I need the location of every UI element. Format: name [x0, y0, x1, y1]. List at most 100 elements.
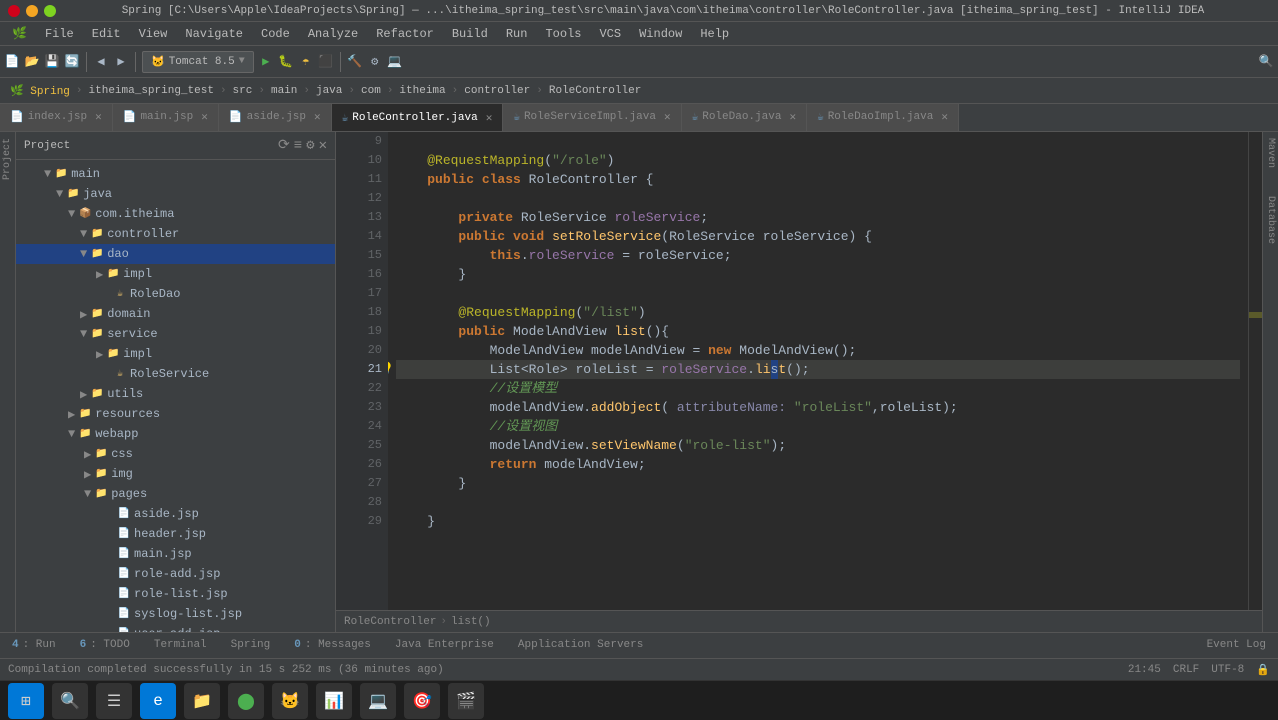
tree-item-webapp[interactable]: ▼ 📁 webapp — [16, 424, 335, 444]
stop-button[interactable]: ⬛ — [318, 54, 334, 70]
taskbar-app4-btn[interactable]: 📊 — [316, 683, 352, 719]
tree-item-domain[interactable]: ▶ 📁 domain — [16, 304, 335, 324]
tab-spring[interactable]: Spring — [219, 632, 283, 658]
tree-item-service-impl[interactable]: ▶ 📁 impl — [16, 344, 335, 364]
build-icon[interactable]: 🔨 — [347, 54, 363, 70]
breadcrumb-main[interactable]: main — [265, 83, 303, 99]
menu-tools[interactable]: Tools — [537, 25, 589, 43]
tree-item-main-jsp[interactable]: 📄 main.jsp — [16, 544, 335, 564]
taskbar-app3-btn[interactable]: 🐱 — [272, 683, 308, 719]
sidebar-collapse-btn[interactable]: ≡ — [294, 138, 302, 154]
project-panel-label[interactable]: Project — [2, 138, 13, 180]
status-position[interactable]: 21:45 — [1128, 664, 1161, 676]
coverage-button[interactable]: ☂ — [298, 54, 314, 70]
menu-spring[interactable]: 🌿 — [4, 24, 35, 43]
close-tab-roleserviceimpl[interactable]: ✕ — [664, 110, 671, 124]
sidebar-settings-btn[interactable]: ⚙ — [306, 137, 314, 154]
minimize-button[interactable] — [26, 5, 38, 17]
breadcrumb-list-method[interactable]: list() — [451, 616, 491, 628]
tab-main-jsp[interactable]: 📄 main.jsp ✕ — [113, 104, 219, 131]
menu-help[interactable]: Help — [692, 25, 737, 43]
taskbar-search-btn[interactable]: 🔍 — [52, 683, 88, 719]
new-file-icon[interactable]: 📄 — [4, 54, 20, 70]
breadcrumb-itheima[interactable]: itheima — [393, 83, 451, 99]
breadcrumb-spring[interactable]: 🌿 Spring — [4, 82, 76, 100]
menu-window[interactable]: Window — [631, 25, 690, 43]
menu-analyze[interactable]: Analyze — [300, 25, 366, 43]
close-tab-rolecontroller[interactable]: ✕ — [486, 111, 493, 125]
menu-view[interactable]: View — [131, 25, 176, 43]
terminal-icon[interactable]: 💻 — [387, 54, 403, 70]
menu-edit[interactable]: Edit — [84, 25, 129, 43]
database-panel-label[interactable]: Database — [1265, 196, 1276, 244]
tree-item-service[interactable]: ▼ 📁 service — [16, 324, 335, 344]
maven-panel-label[interactable]: Maven — [1265, 138, 1276, 168]
close-button[interactable] — [8, 5, 20, 17]
status-encoding[interactable]: UTF-8 — [1211, 664, 1244, 676]
tree-item-dao[interactable]: ▼ 📁 dao — [16, 244, 335, 264]
tree-item-utils[interactable]: ▶ 📁 utils — [16, 384, 335, 404]
breadcrumb-com[interactable]: com — [355, 83, 387, 99]
tree-item-user-add-jsp[interactable]: 📄 user-add.jsp — [16, 624, 335, 632]
menu-refactor[interactable]: Refactor — [368, 25, 442, 43]
tree-item-syslog-list-jsp[interactable]: 📄 syslog-list.jsp — [16, 604, 335, 624]
settings-icon[interactable]: ⚙ — [367, 54, 383, 70]
tab-messages[interactable]: 0 : Messages — [282, 632, 383, 658]
breadcrumb-src[interactable]: src — [227, 83, 259, 99]
menu-navigate[interactable]: Navigate — [177, 25, 251, 43]
code-lines[interactable]: @RequestMapping("/role") public class Ro… — [388, 132, 1248, 610]
run-configuration[interactable]: 🐱 Tomcat 8.5 ▼ — [142, 51, 254, 73]
tab-application-servers[interactable]: Application Servers — [506, 632, 655, 658]
tree-item-controller[interactable]: ▼ 📁 controller — [16, 224, 335, 244]
tab-terminal[interactable]: Terminal — [142, 632, 219, 658]
run-button[interactable]: ▶ — [258, 54, 274, 70]
maximize-button[interactable] — [44, 5, 56, 17]
tree-item-resources[interactable]: ▶ 📁 resources — [16, 404, 335, 424]
breadcrumb-controller[interactable]: controller — [458, 83, 536, 99]
taskbar-app7-btn[interactable]: 🎬 — [448, 683, 484, 719]
taskbar-files-btn[interactable]: 📁 — [184, 683, 220, 719]
tree-item-dao-impl[interactable]: ▶ 📁 impl — [16, 264, 335, 284]
tab-roledaoimpl-java[interactable]: ☕ RoleDaoImpl.java ✕ — [807, 104, 959, 131]
menu-vcs[interactable]: VCS — [591, 25, 629, 43]
sidebar-sync-btn[interactable]: ⟳ — [278, 137, 290, 154]
menu-file[interactable]: File — [37, 25, 82, 43]
breadcrumb-rolecontroller-class[interactable]: RoleController — [344, 616, 436, 628]
menu-code[interactable]: Code — [253, 25, 298, 43]
close-tab-roledao[interactable]: ✕ — [789, 110, 796, 124]
breadcrumb-project[interactable]: itheima_spring_test — [83, 83, 220, 99]
sync-icon[interactable]: 🔄 — [64, 54, 80, 70]
close-tab-main[interactable]: ✕ — [201, 110, 208, 124]
tab-roledao-java[interactable]: ☕ RoleDao.java ✕ — [682, 104, 807, 131]
close-tab-aside[interactable]: ✕ — [314, 110, 321, 124]
open-icon[interactable]: 📂 — [24, 54, 40, 70]
tree-item-pages[interactable]: ▼ 📁 pages — [16, 484, 335, 504]
taskbar-start-btn[interactable]: ⊞ — [8, 683, 44, 719]
tab-index-jsp[interactable]: 📄 index.jsp ✕ — [0, 104, 113, 131]
tree-item-aside-jsp[interactable]: 📄 aside.jsp — [16, 504, 335, 524]
taskbar-app5-btn[interactable]: 💻 — [360, 683, 396, 719]
tree-item-main[interactable]: ▼ 📁 main — [16, 164, 335, 184]
tab-java-enterprise[interactable]: Java Enterprise — [383, 632, 506, 658]
taskbar-chrome-btn[interactable]: ⬤ — [228, 683, 264, 719]
taskbar-taskview-btn[interactable]: ☰ — [96, 683, 132, 719]
tab-rolecontroller-java[interactable]: ☕ RoleController.java ✕ — [332, 104, 504, 131]
tree-item-roledao[interactable]: ☕ RoleDao — [16, 284, 335, 304]
tree-item-img[interactable]: ▶ 📁 img — [16, 464, 335, 484]
code-editor[interactable]: 9 10 11 12 13 14 15 16 17 18 19 20 21 22… — [336, 132, 1262, 610]
taskbar-edge-btn[interactable]: e — [140, 683, 176, 719]
tree-item-header-jsp[interactable]: 📄 header.jsp — [16, 524, 335, 544]
forward-icon[interactable]: ▶ — [113, 54, 129, 70]
debug-button[interactable]: 🐛 — [278, 54, 294, 70]
sidebar-close-btn[interactable]: ✕ — [319, 137, 327, 154]
tab-aside-jsp[interactable]: 📄 aside.jsp ✕ — [219, 104, 332, 131]
close-tab-roledaoimpl[interactable]: ✕ — [941, 110, 948, 124]
search-everywhere-icon[interactable]: 🔍 — [1258, 54, 1274, 70]
menu-run[interactable]: Run — [498, 25, 536, 43]
tab-event-log[interactable]: Event Log — [1195, 632, 1278, 658]
tree-item-com-itheima[interactable]: ▼ 📦 com.itheima — [16, 204, 335, 224]
tree-item-java[interactable]: ▼ 📁 java — [16, 184, 335, 204]
breadcrumb-rolecontroller[interactable]: RoleController — [543, 83, 647, 99]
tree-item-role-list-jsp[interactable]: 📄 role-list.jsp — [16, 584, 335, 604]
breadcrumb-java[interactable]: java — [310, 83, 348, 99]
